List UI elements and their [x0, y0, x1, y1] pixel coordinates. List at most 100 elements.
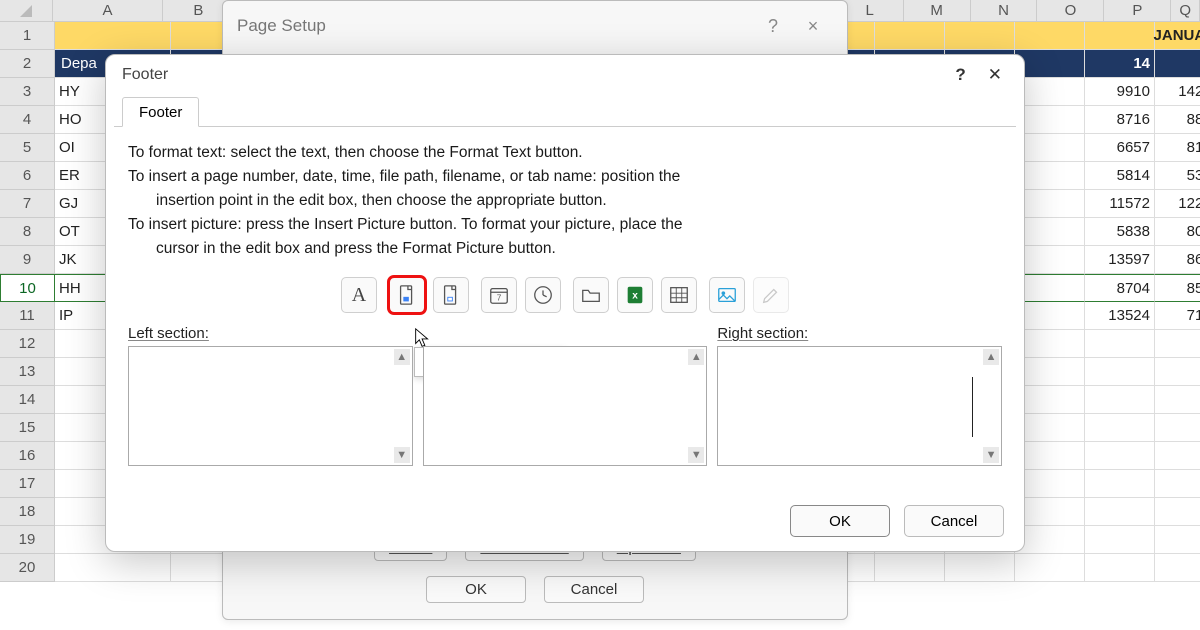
- calendar-icon: 7: [488, 284, 510, 306]
- instructions: To format text: select the text, then ch…: [106, 127, 1024, 265]
- cell-O11[interactable]: 13524: [1085, 302, 1155, 330]
- folder-icon: [580, 284, 602, 306]
- col-O[interactable]: O: [1037, 0, 1104, 22]
- cell-P8[interactable]: 8016: [1155, 218, 1200, 246]
- row-9[interactable]: 9: [0, 246, 55, 274]
- page-setup-title: Page Setup: [237, 16, 326, 36]
- row-13[interactable]: 13: [0, 358, 55, 386]
- right-section-label: Right section:: [717, 325, 1002, 342]
- left-section-label: Left section:: [128, 325, 413, 342]
- cell-O5[interactable]: 6657: [1085, 134, 1155, 162]
- footer-close-button[interactable]: ✕: [982, 65, 1008, 85]
- cell-P5[interactable]: 8166: [1155, 134, 1200, 162]
- col-Q[interactable]: Q: [1171, 0, 1200, 22]
- cell-O8[interactable]: 5838: [1085, 218, 1155, 246]
- col-A[interactable]: A: [53, 0, 164, 22]
- row-5[interactable]: 5: [0, 134, 55, 162]
- select-all-corner[interactable]: [0, 0, 53, 22]
- cell-A1[interactable]: [55, 22, 171, 50]
- insert-file-path-button[interactable]: [573, 277, 609, 313]
- picture-icon: [716, 284, 738, 306]
- cell-P11[interactable]: 7188: [1155, 302, 1200, 330]
- svg-text:7: 7: [497, 294, 502, 303]
- footer-toolbar: A 7 x: [106, 265, 1024, 319]
- text-caret: [972, 377, 973, 437]
- insert-time-button[interactable]: [525, 277, 561, 313]
- left-section-input[interactable]: ▲ ▼: [128, 346, 413, 466]
- row-19[interactable]: 19: [0, 526, 55, 554]
- scroll-down-icon[interactable]: ▼: [983, 447, 999, 463]
- cell-O1[interactable]: [1085, 22, 1155, 50]
- cell-P6[interactable]: 5305: [1155, 162, 1200, 190]
- scroll-down-icon[interactable]: ▼: [688, 447, 704, 463]
- row-17[interactable]: 17: [0, 470, 55, 498]
- insert-sheet-name-button[interactable]: [661, 277, 697, 313]
- footer-dialog: Footer ? ✕ Footer To format text: select…: [105, 54, 1025, 552]
- footer-ok-button[interactable]: OK: [790, 505, 890, 537]
- scroll-up-icon[interactable]: ▲: [983, 349, 999, 365]
- format-picture-icon: [760, 284, 782, 306]
- col-P[interactable]: P: [1104, 0, 1171, 22]
- center-section: Center section: ▲ ▼: [423, 325, 708, 466]
- col-M[interactable]: M: [904, 0, 971, 22]
- scroll-up-icon[interactable]: ▲: [394, 349, 410, 365]
- cell-O7[interactable]: 11572: [1085, 190, 1155, 218]
- insert-file-name-button[interactable]: x: [617, 277, 653, 313]
- cell-P9[interactable]: 8642: [1155, 246, 1200, 274]
- left-section: Left section: ▲ ▼: [128, 325, 413, 466]
- footer-cancel-button[interactable]: Cancel: [904, 505, 1004, 537]
- row-2[interactable]: 2: [0, 50, 55, 78]
- cell-O9[interactable]: 13597: [1085, 246, 1155, 274]
- sheet-icon: [668, 284, 690, 306]
- row-10[interactable]: 10: [0, 274, 55, 302]
- cell-P7[interactable]: 12291: [1155, 190, 1200, 218]
- row-11[interactable]: 11: [0, 302, 55, 330]
- format-picture-button[interactable]: [753, 277, 789, 313]
- cell-O2[interactable]: 14: [1085, 50, 1155, 78]
- format-text-icon: A: [352, 284, 366, 307]
- cell-O3[interactable]: 9910: [1085, 78, 1155, 106]
- center-section-input[interactable]: ▲ ▼: [423, 346, 708, 466]
- clock-icon: [532, 284, 554, 306]
- row-16[interactable]: 16: [0, 442, 55, 470]
- cell-P3[interactable]: 14276: [1155, 78, 1200, 106]
- cell-P4[interactable]: 8858: [1155, 106, 1200, 134]
- row-14[interactable]: 14: [0, 386, 55, 414]
- footer-help-button[interactable]: ?: [939, 65, 981, 85]
- row-4[interactable]: 4: [0, 106, 55, 134]
- cell-P2[interactable]: 15: [1155, 50, 1200, 78]
- page-number-icon: [396, 284, 418, 306]
- row-7[interactable]: 7: [0, 190, 55, 218]
- scroll-up-icon[interactable]: ▲: [688, 349, 704, 365]
- right-section-input[interactable]: ▲ ▼: [717, 346, 1002, 466]
- row-18[interactable]: 18: [0, 498, 55, 526]
- page-setup-close-button[interactable]: ×: [793, 16, 833, 37]
- page-setup-ok-button[interactable]: OK: [426, 576, 526, 603]
- format-text-button[interactable]: A: [341, 277, 377, 313]
- row-15[interactable]: 15: [0, 414, 55, 442]
- row-20[interactable]: 20: [0, 554, 55, 582]
- page-setup-help-button[interactable]: ?: [753, 16, 793, 37]
- scroll-down-icon[interactable]: ▼: [394, 447, 410, 463]
- cell-O10[interactable]: 8704: [1085, 274, 1155, 302]
- row-1[interactable]: 1: [0, 22, 55, 50]
- row-3[interactable]: 3: [0, 78, 55, 106]
- row-12[interactable]: 12: [0, 330, 55, 358]
- tab-strip: Footer: [114, 95, 1016, 127]
- insert-picture-button[interactable]: [709, 277, 745, 313]
- row-8[interactable]: 8: [0, 218, 55, 246]
- tab-footer[interactable]: Footer: [122, 97, 199, 127]
- cell-O6[interactable]: 5814: [1085, 162, 1155, 190]
- row-6[interactable]: 6: [0, 162, 55, 190]
- cell-O4[interactable]: 8716: [1085, 106, 1155, 134]
- svg-text:x: x: [632, 291, 638, 302]
- insert-date-button[interactable]: 7: [481, 277, 517, 313]
- col-N[interactable]: N: [971, 0, 1038, 22]
- insert-page-number-button[interactable]: [389, 277, 425, 313]
- excel-file-icon: x: [624, 284, 646, 306]
- cell-P1[interactable]: JANUARY: [1155, 22, 1200, 50]
- cell-P10[interactable]: 8536: [1155, 274, 1200, 302]
- page-setup-cancel-button[interactable]: Cancel: [544, 576, 644, 603]
- insert-number-of-pages-button[interactable]: [433, 277, 469, 313]
- right-section: Right section: ▲ ▼: [717, 325, 1002, 466]
